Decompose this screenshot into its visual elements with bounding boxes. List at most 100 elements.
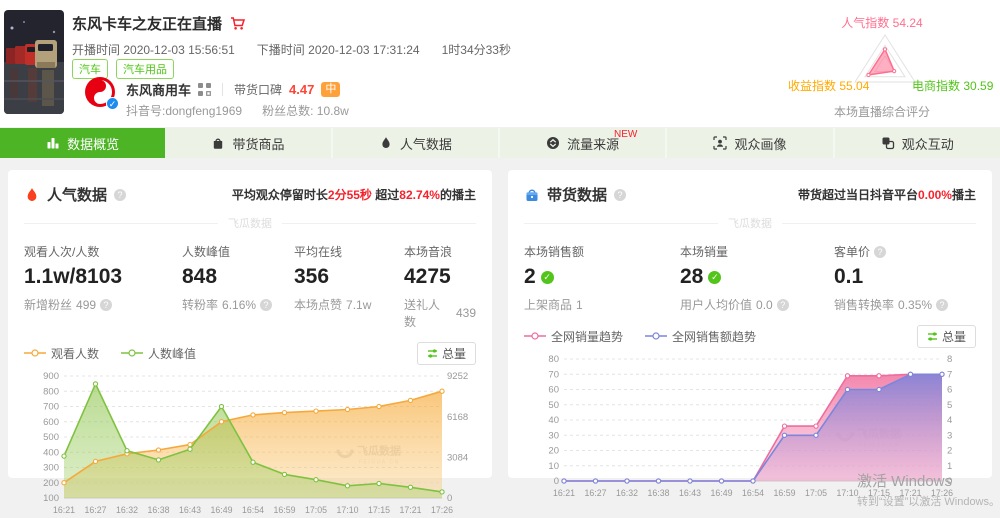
svg-text:17:21: 17:21 xyxy=(399,505,421,515)
duration: 1时34分33秒 xyxy=(442,41,511,58)
svg-text:16:38: 16:38 xyxy=(147,505,169,515)
tab-label: 观众互动 xyxy=(902,134,954,153)
svg-text:16:59: 16:59 xyxy=(273,505,295,515)
reputation-label: 带货口碑 xyxy=(234,81,282,98)
svg-text:4: 4 xyxy=(947,415,952,426)
svg-text:17:26: 17:26 xyxy=(431,505,453,515)
douyin-id: 抖音号:dongfeng1969 xyxy=(126,102,242,119)
tab-bar: 数据概览 带货商品 人气数据 流量来源 NEW xyxy=(0,128,1000,158)
tab-popularity[interactable]: 人气数据 xyxy=(333,128,500,158)
tab-label: 人气数据 xyxy=(400,134,452,153)
svg-text:17:05: 17:05 xyxy=(305,505,327,515)
svg-text:16:21: 16:21 xyxy=(53,505,75,515)
tab-products[interactable]: 带货商品 xyxy=(165,128,332,158)
svg-text:2: 2 xyxy=(947,446,952,457)
total-toggle-button[interactable]: 总量 xyxy=(917,325,976,348)
stream-thumbnail xyxy=(4,10,64,114)
total-toggle-button[interactable]: 总量 xyxy=(417,342,476,365)
svg-text:10: 10 xyxy=(548,461,559,472)
svg-text:6168: 6168 xyxy=(447,412,468,423)
filter-icon xyxy=(427,348,438,359)
svg-text:16:21: 16:21 xyxy=(553,488,575,498)
svg-text:16:38: 16:38 xyxy=(647,488,669,498)
stat-peak: 人数峰值 848 转粉率6.16% xyxy=(182,243,294,330)
svg-text:0: 0 xyxy=(554,476,559,487)
svg-text:100: 100 xyxy=(43,493,59,504)
svg-text:900: 900 xyxy=(43,371,59,382)
svg-text:16:59: 16:59 xyxy=(773,488,795,498)
popularity-chart-legend: 观看人数 人数峰值 xyxy=(24,345,196,362)
reputation-score: 4.47 xyxy=(289,82,314,97)
info-icon[interactable] xyxy=(936,299,948,311)
panel-title: 带货数据 xyxy=(547,184,607,205)
svg-text:9252: 9252 xyxy=(447,371,468,382)
radar-metric-revenue: 收益指数 55.04 xyxy=(788,77,852,94)
svg-text:17:05: 17:05 xyxy=(805,488,827,498)
flame-icon xyxy=(379,136,393,150)
legend-item[interactable]: 人数峰值 xyxy=(121,345,196,362)
stat-coins: 本场音浪 4275 送礼人数439 xyxy=(404,243,476,330)
legend-line-icon xyxy=(645,331,667,341)
legend-item[interactable]: 全网销售额趋势 xyxy=(645,328,756,345)
stat-views: 观看人次/人数 1.1w/8103 新增粉丝499 xyxy=(24,243,182,330)
stat-avg-order: 客单价 0.1 销售转换率0.35% xyxy=(834,243,976,313)
stat-sales-volume: 本场销量 28 用户人均价值0.0 xyxy=(680,243,834,313)
svg-text:16:32: 16:32 xyxy=(616,488,638,498)
tab-traffic-source[interactable]: 流量来源 NEW xyxy=(500,128,667,158)
svg-text:200: 200 xyxy=(43,478,59,489)
legend-item[interactable]: 观看人数 xyxy=(24,345,99,362)
radar-metric-ecommerce: 电商指数 30.59 xyxy=(912,77,993,94)
bar-chart-icon xyxy=(46,136,60,150)
tag-auto-goods: 汽车用品 xyxy=(116,59,174,79)
qr-code-icon[interactable] xyxy=(198,83,211,96)
stream-title: 东风卡车之友正在直播 xyxy=(72,13,222,34)
stat-avg-online: 平均在线 356 本场点赞7.1w xyxy=(294,243,404,330)
svg-text:16:32: 16:32 xyxy=(116,505,138,515)
svg-text:16:43: 16:43 xyxy=(679,488,701,498)
svg-text:5: 5 xyxy=(947,400,952,411)
svg-text:17:10: 17:10 xyxy=(336,505,358,515)
bag-icon xyxy=(211,136,225,150)
svg-text:16:49: 16:49 xyxy=(210,505,232,515)
legend-item[interactable]: 全网销量趋势 xyxy=(524,328,623,345)
svg-text:30: 30 xyxy=(548,430,559,441)
interaction-icon xyxy=(881,136,895,150)
svg-text:16:43: 16:43 xyxy=(179,505,201,515)
fans-count: 粉丝总数: 10.8w xyxy=(262,102,349,119)
svg-text:80: 80 xyxy=(548,354,559,365)
info-icon[interactable] xyxy=(777,299,789,311)
svg-text:800: 800 xyxy=(43,386,59,397)
tab-label: 观众画像 xyxy=(734,134,786,153)
svg-text:70: 70 xyxy=(548,369,559,380)
tab-data-overview[interactable]: 数据概览 xyxy=(0,128,165,158)
start-time: 开播时间 2020-12-03 15:56:51 xyxy=(72,41,235,58)
info-icon[interactable] xyxy=(100,299,112,311)
info-icon[interactable] xyxy=(260,299,272,311)
legend-line-icon xyxy=(24,348,46,358)
legend-line-icon xyxy=(121,348,143,358)
tab-label: 流量来源 xyxy=(567,134,619,153)
stream-times: 开播时间 2020-12-03 15:56:51 下播时间 2020-12-03… xyxy=(72,41,511,58)
reputation-badge: 中 xyxy=(321,82,340,97)
svg-text:16:27: 16:27 xyxy=(584,488,606,498)
overall-score-radar: 人气指数 54.24 收益指数 55.04 电商指数 30.59 本场直播综合评… xyxy=(788,4,988,124)
stream-header: 东风卡车之友正在直播 开播时间 2020-12-03 15:56:51 下播时间… xyxy=(0,0,1000,127)
svg-text:8: 8 xyxy=(947,354,952,365)
tab-label: 数据概览 xyxy=(67,134,119,153)
cart-icon xyxy=(230,16,246,31)
tab-audience-interaction[interactable]: 观众互动 xyxy=(835,128,1000,158)
stat-sales-amount: 本场销售额 2 上架商品1 xyxy=(524,243,680,313)
check-icon xyxy=(708,271,721,284)
sales-note: 带货超过当日抖音平台0.00%播主 xyxy=(798,186,976,203)
svg-text:3: 3 xyxy=(947,430,952,441)
popularity-panel: 人气数据 平均观众停留时长2分55秒 超过82.74%的播主 飞瓜数据 观看人次… xyxy=(8,170,492,478)
svg-text:600: 600 xyxy=(43,417,59,428)
popularity-stats: 观看人次/人数 1.1w/8103 新增粉丝499 人数峰值 848 转粉率6.… xyxy=(8,243,492,330)
info-icon[interactable] xyxy=(614,189,626,201)
info-icon[interactable] xyxy=(114,189,126,201)
popularity-trend-chart: 9008007006005004003002001009252616830840… xyxy=(24,368,476,518)
verified-icon: ✓ xyxy=(106,97,119,110)
tab-label: 带货商品 xyxy=(232,134,284,153)
info-icon[interactable] xyxy=(874,246,886,258)
tab-audience-profile[interactable]: 观众画像 xyxy=(667,128,834,158)
